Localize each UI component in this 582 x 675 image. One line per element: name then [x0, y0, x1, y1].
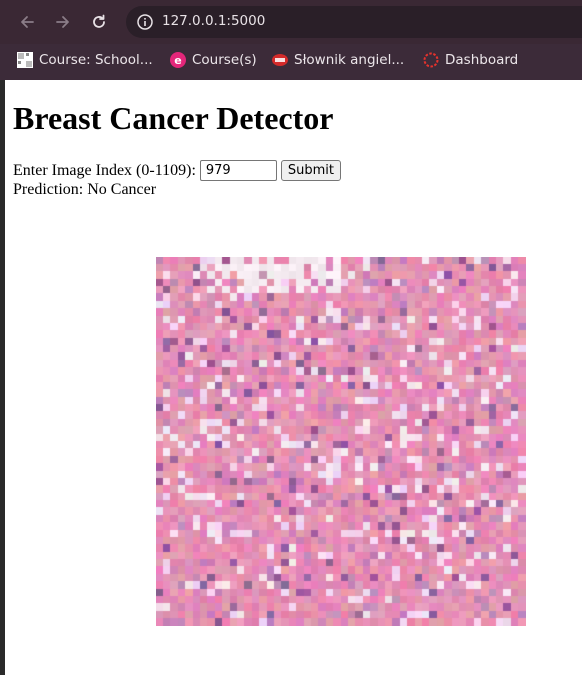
- reload-button[interactable]: [87, 10, 111, 34]
- index-label: Enter Image Index (0-1109):: [13, 161, 196, 179]
- submit-button[interactable]: Submit: [280, 160, 342, 181]
- browser-toolbar: 127.0.0.1:5000: [0, 0, 582, 44]
- bookmark-courses[interactable]: e Course(s): [170, 50, 257, 70]
- page-title: Breast Cancer Detector: [13, 100, 334, 136]
- bookmark-dashboard[interactable]: Dashboard: [423, 50, 518, 70]
- forward-arrow-icon: [56, 16, 69, 28]
- site-info-icon[interactable]: [136, 13, 154, 31]
- diki-favicon-icon: [272, 52, 288, 68]
- prediction-text: Prediction: No Cancer: [13, 181, 157, 198]
- bookmarks-bar: Course: School... e Course(s) Słownik an…: [0, 44, 582, 76]
- url-text: 127.0.0.1:5000: [162, 13, 266, 29]
- bookmark-label: Słownik angiel...: [294, 52, 405, 68]
- histology-image: [156, 257, 526, 626]
- bookmark-label: Course: School...: [39, 52, 153, 68]
- browser-chrome: 127.0.0.1:5000 Course: School... e Cours…: [0, 0, 582, 80]
- bookmark-course-school[interactable]: Course: School...: [17, 50, 153, 70]
- bookmark-slownik[interactable]: Słownik angiel...: [272, 50, 404, 70]
- dashboard-ring-icon: [423, 52, 439, 68]
- window-edge: [0, 80, 5, 675]
- forward-button[interactable]: [51, 10, 75, 34]
- index-input[interactable]: [199, 160, 277, 181]
- bookmark-label: Course(s): [192, 52, 257, 68]
- back-button[interactable]: [15, 10, 39, 34]
- bookmark-label: Dashboard: [445, 52, 519, 68]
- e-favicon-icon: e: [170, 52, 186, 68]
- svg-text:e: e: [174, 54, 181, 67]
- address-bar[interactable]: 127.0.0.1:5000: [126, 6, 582, 38]
- back-arrow-icon: [21, 16, 34, 28]
- grid-favicon-icon: [17, 52, 33, 68]
- index-form: Enter Image Index (0-1109): Submit: [13, 160, 342, 181]
- reload-icon: [93, 14, 105, 28]
